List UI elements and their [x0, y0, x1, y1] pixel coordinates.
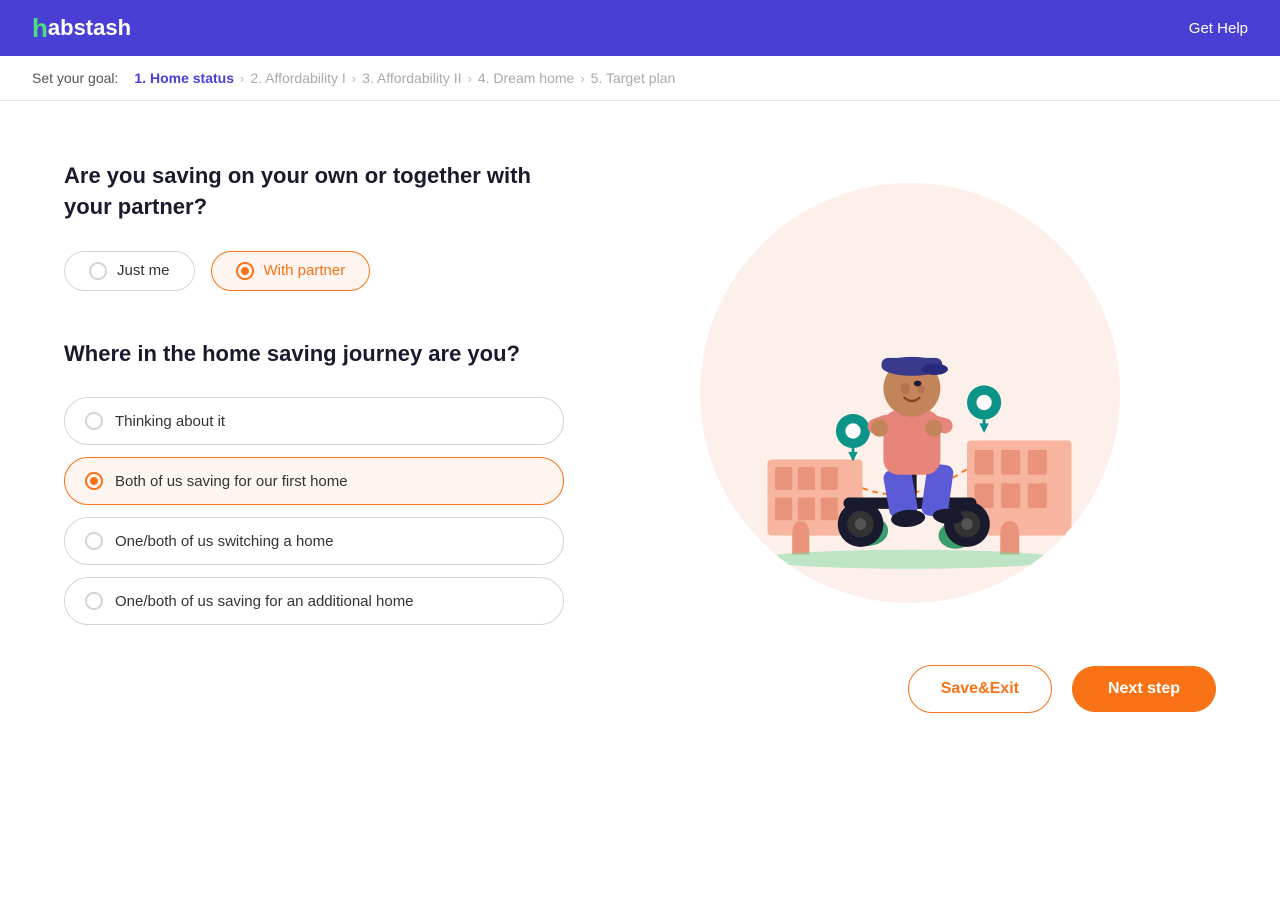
sep-3: › [468, 71, 472, 86]
right-panel [604, 161, 1216, 625]
option-additional[interactable]: One/both of us saving for an additional … [64, 577, 564, 625]
radio-dot-switching [85, 532, 103, 550]
radio-dot-with-partner [236, 262, 254, 280]
option-with-partner[interactable]: With partner [211, 251, 371, 291]
breadcrumb-step-1[interactable]: 1. Home status [134, 70, 234, 86]
sep-2: › [352, 71, 356, 86]
left-panel: Are you saving on your own or together w… [64, 161, 564, 625]
option-just-me[interactable]: Just me [64, 251, 195, 291]
journey-options: Thinking about it Both of us saving for … [64, 397, 564, 625]
save-exit-button[interactable]: Save&Exit [908, 665, 1052, 713]
breadcrumb-step-4[interactable]: 4. Dream home [478, 70, 574, 86]
option-both-saving[interactable]: Both of us saving for our first home [64, 457, 564, 505]
option-just-me-label: Just me [117, 262, 170, 279]
option-with-partner-label: With partner [264, 262, 346, 279]
question-2-title: Where in the home saving journey are you… [64, 339, 564, 370]
radio-dot-thinking [85, 412, 103, 430]
radio-dot-additional [85, 592, 103, 610]
header: h abstash Get Help [0, 0, 1280, 56]
option-switching[interactable]: One/both of us switching a home [64, 517, 564, 565]
option-switching-label: One/both of us switching a home [115, 533, 333, 550]
get-help-link[interactable]: Get Help [1189, 20, 1248, 37]
question-1-title: Are you saving on your own or together w… [64, 161, 564, 223]
breadcrumb-step-2[interactable]: 2. Affordability I [250, 70, 345, 86]
footer: Save&Exit Next step [0, 665, 1280, 753]
logo: h abstash [32, 13, 131, 44]
radio-dot-both-saving [85, 472, 103, 490]
illustration-circle [700, 183, 1120, 603]
option-thinking[interactable]: Thinking about it [64, 397, 564, 445]
logo-text: abstash [48, 15, 131, 41]
logo-h-letter: h [32, 13, 48, 44]
option-thinking-label: Thinking about it [115, 413, 225, 430]
sep-1: › [240, 71, 244, 86]
breadcrumb: Set your goal: 1. Home status › 2. Affor… [0, 56, 1280, 101]
sep-4: › [580, 71, 584, 86]
radio-dot-just-me [89, 262, 107, 280]
breadcrumb-label: Set your goal: [32, 70, 118, 86]
option-additional-label: One/both of us saving for an additional … [115, 593, 414, 610]
option-both-saving-label: Both of us saving for our first home [115, 473, 348, 490]
partner-options: Just me With partner [64, 251, 564, 291]
breadcrumb-step-5[interactable]: 5. Target plan [591, 70, 676, 86]
breadcrumb-steps: 1. Home status › 2. Affordability I › 3.… [134, 70, 675, 86]
illustration-svg [720, 203, 1100, 583]
next-step-button[interactable]: Next step [1072, 666, 1216, 712]
breadcrumb-step-3[interactable]: 3. Affordability II [362, 70, 461, 86]
main-content: Are you saving on your own or together w… [0, 101, 1280, 665]
